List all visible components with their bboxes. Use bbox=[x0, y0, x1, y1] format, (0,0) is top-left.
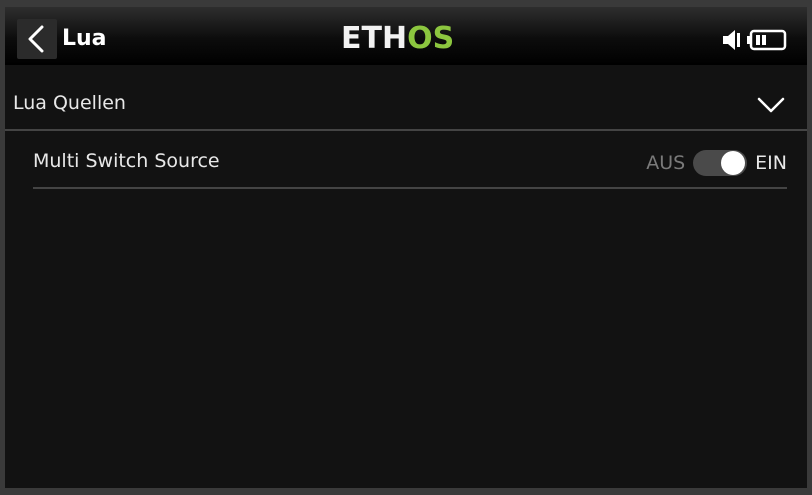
chevron-down-icon[interactable] bbox=[757, 97, 785, 113]
enable-toggle[interactable] bbox=[693, 150, 748, 176]
section-label: Lua Quellen bbox=[13, 92, 126, 114]
logo-text-eth: ETH bbox=[341, 21, 408, 56]
toggle-knob[interactable] bbox=[721, 151, 746, 175]
toggle-on-label: EIN bbox=[755, 152, 787, 174]
back-button[interactable] bbox=[17, 19, 57, 59]
logo-text-os: OS bbox=[407, 21, 455, 56]
header-bar: Lua ETHOS bbox=[5, 7, 807, 65]
lua-sources-section[interactable]: Lua Quellen bbox=[5, 81, 807, 131]
toggle-group: AUS EIN bbox=[646, 146, 787, 180]
toggle-off-label: AUS bbox=[646, 152, 686, 174]
screen: Lua ETHOS Lua Quellen Multi Switch Sourc… bbox=[5, 7, 807, 488]
option-label: Multi Switch Source bbox=[33, 150, 220, 172]
page-title: Lua bbox=[62, 26, 107, 51]
speaker-icon[interactable] bbox=[721, 27, 743, 53]
chevron-left-icon bbox=[28, 25, 44, 53]
ethos-logo: ETHOS bbox=[341, 22, 454, 56]
battery-icon bbox=[747, 29, 787, 51]
multi-switch-source-row: Multi Switch Source AUS EIN bbox=[33, 139, 787, 189]
